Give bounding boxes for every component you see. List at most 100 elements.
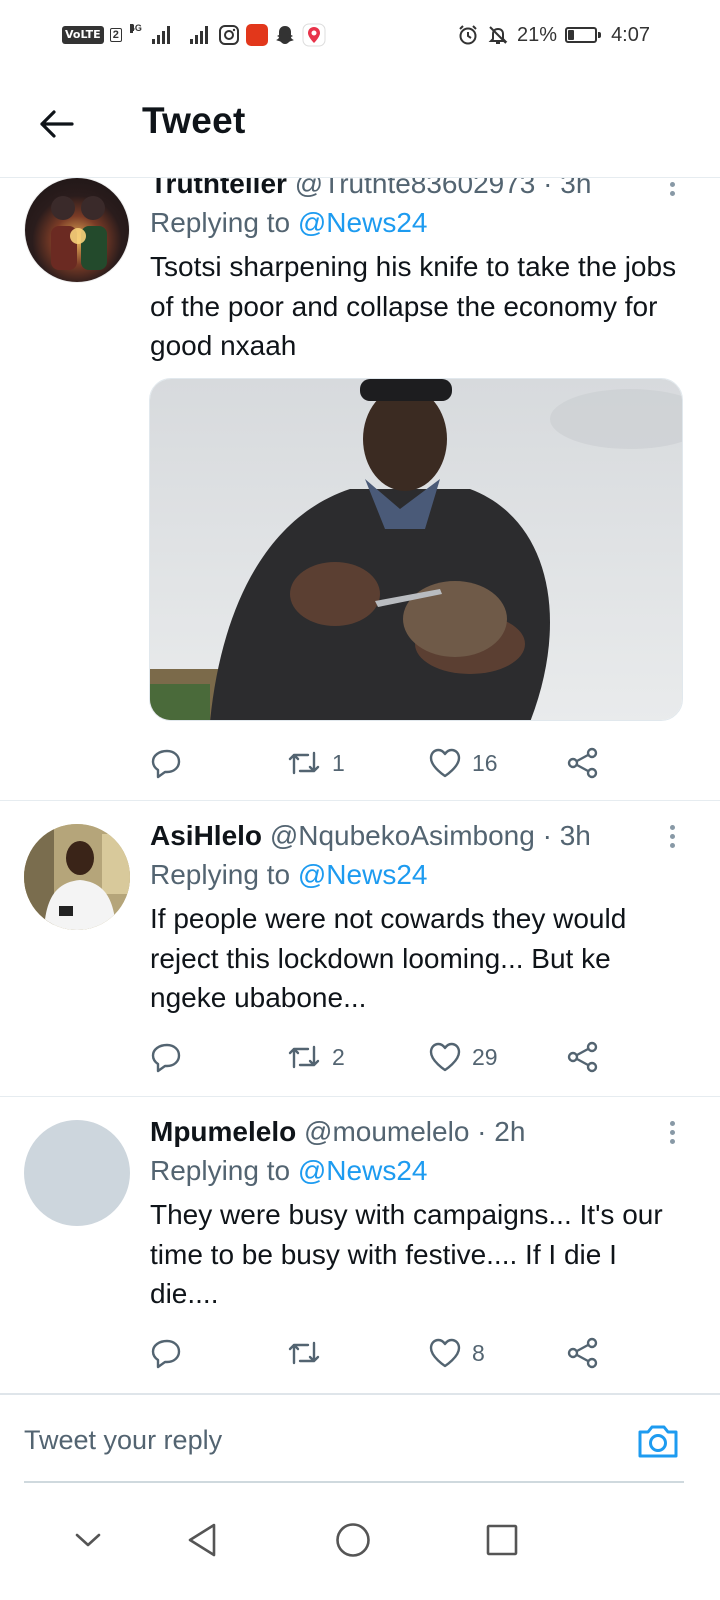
nav-recents-button[interactable] xyxy=(472,1510,532,1570)
battery-icon xyxy=(565,27,602,43)
author-name[interactable]: Mpumelelo xyxy=(150,1116,296,1147)
nav-back-button[interactable] xyxy=(172,1510,232,1570)
share-button[interactable] xyxy=(566,743,600,783)
share-button[interactable] xyxy=(566,1037,600,1077)
sim-number: 2 xyxy=(109,28,122,42)
share-icon xyxy=(567,1041,598,1073)
status-left: VoLTE 2 4G xyxy=(62,20,326,50)
reply-icon xyxy=(151,1339,181,1369)
replying-to: Replying to @News24 xyxy=(150,1151,684,1191)
replying-label: Replying to xyxy=(150,207,291,238)
avatar-image xyxy=(24,824,130,930)
tweet[interactable]: Truthteller @Truthte83602973 · 3h Replyi… xyxy=(0,140,720,801)
like-button[interactable]: 29 xyxy=(428,1037,498,1077)
alarm-icon xyxy=(459,25,477,45)
author-handle[interactable]: @NqubekoAsimbong xyxy=(270,820,535,851)
network-type: 4G xyxy=(129,23,142,33)
battery-level xyxy=(568,30,574,40)
replying-to: Replying to @News24 xyxy=(150,203,684,243)
retweet-button[interactable]: 1 xyxy=(286,743,345,783)
back-arrow-icon xyxy=(40,110,74,138)
separator-dot: · xyxy=(542,820,552,851)
retweet-count: 2 xyxy=(332,1043,345,1070)
replying-to-link[interactable]: @News24 xyxy=(298,207,428,238)
reply-bar: Tweet your reply xyxy=(0,1393,720,1483)
tweet-text: They were busy with campaigns... It's ou… xyxy=(150,1199,663,1309)
tweet[interactable]: Mpumelelo @moumelelo · 2h Replying to @N… xyxy=(0,1097,720,1393)
tweet-header: Mpumelelo @moumelelo · 2h xyxy=(150,1115,684,1149)
page-title: Tweet xyxy=(142,100,246,141)
reply-icon xyxy=(151,749,181,779)
tweet-time: 2h xyxy=(494,1116,526,1147)
share-button[interactable] xyxy=(566,1333,600,1373)
like-icon xyxy=(429,1338,461,1368)
like-button[interactable]: 8 xyxy=(428,1333,485,1373)
avatar[interactable] xyxy=(24,1120,130,1226)
tweet-time: 3h xyxy=(559,820,591,851)
nav-collapse-button[interactable] xyxy=(58,1510,118,1570)
reply-button[interactable] xyxy=(150,1037,184,1077)
like-count: 8 xyxy=(472,1339,485,1366)
replying-label: Replying to xyxy=(150,859,291,890)
replying-to-link[interactable]: @News24 xyxy=(298,1155,428,1186)
shopping-app-icon xyxy=(245,24,268,46)
share-icon xyxy=(567,1337,598,1369)
retweet-button[interactable]: 2 xyxy=(286,1037,345,1077)
more-button[interactable] xyxy=(662,819,682,853)
reply-underline xyxy=(24,1481,684,1483)
clock: 4:07 xyxy=(611,23,650,46)
like-count: 16 xyxy=(472,749,498,776)
retweet-icon xyxy=(288,751,320,775)
tweet[interactable]: AsiHlelo @NqubekoAsimbong · 3h Replying … xyxy=(0,801,720,1097)
like-count: 29 xyxy=(472,1043,498,1070)
replying-to: Replying to @News24 xyxy=(150,855,684,895)
back-button[interactable] xyxy=(30,100,82,148)
camera-button[interactable] xyxy=(636,1419,680,1463)
like-icon xyxy=(429,748,461,778)
reply-button[interactable] xyxy=(150,743,184,783)
tweet-header: AsiHlelo @NqubekoAsimbong · 3h xyxy=(150,819,684,853)
like-icon xyxy=(429,1042,461,1072)
nav-home-button[interactable] xyxy=(323,1510,383,1570)
retweet-count: 1 xyxy=(332,749,345,776)
avatar[interactable] xyxy=(24,824,130,930)
reply-input[interactable]: Tweet your reply xyxy=(24,1425,222,1456)
share-icon xyxy=(567,747,598,779)
system-nav-bar xyxy=(0,1490,720,1600)
tweet-media[interactable] xyxy=(149,378,683,721)
tweet-text: Tsotsi sharpening his knife to take the … xyxy=(150,251,677,361)
nav-back-icon xyxy=(188,1523,216,1557)
nav-collapse-icon xyxy=(75,1533,101,1547)
mute-icon xyxy=(488,26,508,44)
camera-icon xyxy=(638,1425,678,1458)
replying-label: Replying to xyxy=(150,1155,291,1186)
reply-button[interactable] xyxy=(150,1333,184,1373)
reply-icon xyxy=(151,1043,181,1073)
like-button[interactable]: 16 xyxy=(428,743,498,783)
retweet-icon xyxy=(288,1341,320,1365)
status-right: 21% 4:07 xyxy=(457,20,650,50)
retweet-button[interactable] xyxy=(286,1333,332,1373)
tweet-photo xyxy=(150,379,682,720)
signal-icon: 4G xyxy=(129,24,170,44)
avatar[interactable] xyxy=(24,177,130,283)
replying-to-link[interactable]: @News24 xyxy=(298,859,428,890)
author-handle[interactable]: @moumelelo xyxy=(304,1116,469,1147)
signal-2-icon xyxy=(189,26,208,44)
tweet-actions: 8 xyxy=(150,1333,630,1373)
battery-percent: 21% xyxy=(517,23,558,46)
volte-badge: VoLTE xyxy=(62,26,104,44)
tweet-text: If people were not cowards they would re… xyxy=(150,903,627,1013)
location-app-icon xyxy=(302,23,326,47)
more-button[interactable] xyxy=(662,1115,682,1149)
instagram-icon xyxy=(218,25,239,45)
retweet-icon xyxy=(288,1045,320,1069)
snapchat-icon xyxy=(275,26,294,44)
tweet-actions: 1 16 xyxy=(150,743,630,783)
avatar-image xyxy=(51,196,107,270)
status-bar: VoLTE 2 4G 21% 4:07 xyxy=(0,0,720,70)
nav-home-icon xyxy=(336,1523,370,1557)
nav-recents-icon xyxy=(486,1524,518,1556)
app-header: Tweet xyxy=(0,70,720,178)
author-name[interactable]: AsiHlelo xyxy=(150,820,262,851)
